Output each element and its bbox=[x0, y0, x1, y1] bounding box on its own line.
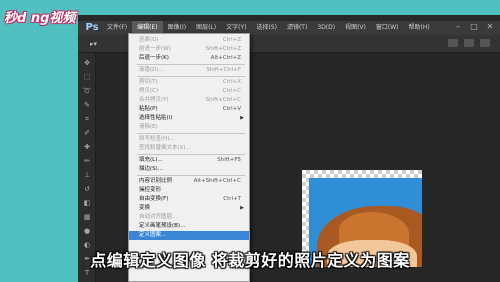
watermark-logo: 秒d ng视频 bbox=[4, 7, 76, 26]
menu-10[interactable]: 帮助(H) bbox=[404, 21, 435, 35]
blur-tool-icon[interactable]: ● bbox=[82, 227, 92, 235]
edit-menu-item-label: 自由变换(F) bbox=[139, 196, 169, 202]
edit-menu-item-label: 选择性粘贴(I) bbox=[139, 115, 173, 121]
photoshop-logo: Ps bbox=[85, 22, 99, 33]
edit-menu-item[interactable]: 自动对齐图层... bbox=[129, 213, 249, 222]
watermark-logo-text: 秒d ng视频 bbox=[4, 10, 76, 26]
edit-menu-item-label: 查找和替换文本(X)... bbox=[139, 145, 191, 151]
edit-menu-item-label: 剪切(T) bbox=[139, 79, 158, 85]
edit-menu-item-label: 后退一步(K) bbox=[139, 55, 169, 61]
edit-menu-item-label: 清除(E) bbox=[139, 124, 158, 130]
edit-menu-item-label: 自动对齐图层... bbox=[139, 214, 178, 220]
edit-menu-item-label: 操控变形 bbox=[139, 187, 162, 193]
edit-menu-item-shortcut: Alt+Shift+Ctrl+C bbox=[193, 178, 241, 184]
video-subtitle: 点编辑定义图像 将裁剪好的照片定义为图案 bbox=[90, 251, 410, 270]
edit-menu-item-shortcut: Shift+Ctrl+Z bbox=[205, 46, 241, 52]
menu-separator bbox=[137, 154, 245, 155]
gradient-tool-icon[interactable]: ▦ bbox=[82, 213, 92, 221]
edit-menu-item-label: 还原(O) bbox=[139, 37, 159, 43]
edit-menu-item[interactable]: 选择性粘贴(I) ▶ bbox=[129, 114, 249, 123]
close-icon[interactable]: ✕ bbox=[486, 23, 494, 31]
quick-select-tool-icon[interactable]: ✎ bbox=[82, 101, 92, 109]
crop-tool-icon[interactable]: ⌗ bbox=[82, 115, 92, 123]
edit-menu-item[interactable]: 拼写检查(H)... bbox=[129, 135, 249, 144]
edit-menu-item[interactable]: 查找和替换文本(X)... bbox=[129, 144, 249, 153]
edit-menu-item[interactable]: 定义图案... bbox=[129, 231, 249, 240]
clone-stamp-tool-icon[interactable]: ⊥ bbox=[82, 171, 92, 179]
menu-9[interactable]: 窗口(W) bbox=[371, 21, 404, 35]
edit-menu-item-label: 定义图案... bbox=[139, 232, 167, 238]
edit-menu-item[interactable]: 定义画笔预设(B)... bbox=[129, 222, 249, 231]
options-right-icons bbox=[448, 39, 490, 47]
edit-menu-item[interactable]: 渐隐(D)... Shift+Ctrl+F bbox=[129, 66, 249, 75]
edit-menu-item-label: 描边(S)... bbox=[139, 166, 164, 172]
minimize-icon[interactable]: – bbox=[454, 23, 462, 31]
edit-menu-item-label: 定义画笔预设(B)... bbox=[139, 223, 186, 229]
eyedropper-tool-icon[interactable]: ✐ bbox=[82, 129, 92, 137]
edit-menu-item-shortcut: Ctrl+V bbox=[222, 106, 241, 112]
edit-menu-item[interactable]: 还原(O) Ctrl+Z bbox=[129, 36, 249, 45]
edit-menu-item-label: 前进一步(W) bbox=[139, 46, 171, 52]
edit-menu-item-label: 拷贝(C) bbox=[139, 88, 159, 94]
edit-menu-item[interactable]: 操控变形 bbox=[129, 186, 249, 195]
menu-6[interactable]: 滤镜(T) bbox=[282, 21, 312, 35]
edit-menu-item-shortcut: Shift+F5 bbox=[217, 157, 241, 163]
menu-7[interactable]: 3D(D) bbox=[312, 21, 340, 35]
edit-menu-item[interactable]: 粘贴(P) Ctrl+V bbox=[129, 105, 249, 114]
edit-menu-item-shortcut: Ctrl+C bbox=[222, 88, 241, 94]
edit-menu-item-shortcut: Ctrl+X bbox=[222, 79, 241, 85]
healing-brush-tool-icon[interactable]: ✚ bbox=[82, 143, 92, 151]
menu-separator bbox=[137, 64, 245, 65]
edit-menu-item-shortcut: Shift+Ctrl+F bbox=[206, 67, 241, 73]
align-icon[interactable] bbox=[464, 39, 474, 47]
submenu-arrow-icon: ▶ bbox=[240, 115, 244, 121]
edit-menu-item-label: 变换 bbox=[139, 205, 151, 211]
edit-menu-item-shortcut: Ctrl+Z bbox=[222, 37, 241, 43]
move-tool-icon[interactable]: ✥ bbox=[82, 59, 92, 67]
menu-5[interactable]: 选择(S) bbox=[251, 21, 282, 35]
menu-separator bbox=[137, 76, 245, 77]
marquee-tool-icon[interactable]: ⬚ bbox=[82, 73, 92, 81]
menu-separator bbox=[137, 175, 245, 176]
edit-menu-item-label: 拼写检查(H)... bbox=[139, 136, 175, 142]
menu-separator bbox=[137, 133, 245, 134]
edit-menu-item[interactable]: 剪切(T) Ctrl+X bbox=[129, 78, 249, 87]
edit-menu-item-shortcut: Alt+Ctrl+Z bbox=[210, 55, 241, 61]
submenu-arrow-icon: ▶ bbox=[240, 205, 244, 211]
edit-menu-item[interactable]: 合并拷贝(Y) Shift+Ctrl+C bbox=[129, 96, 249, 105]
edit-menu-item-label: 内容识别比例 bbox=[139, 178, 173, 184]
move-tool-preset-icon[interactable]: ▸▾ bbox=[90, 40, 100, 48]
edit-menu-item[interactable]: 描边(S)... bbox=[129, 165, 249, 174]
edit-menu-item[interactable]: 后退一步(K) Alt+Ctrl+Z bbox=[129, 54, 249, 63]
window-controls: – □ ✕ bbox=[454, 23, 494, 31]
edit-menu-item[interactable]: 变换 ▶ bbox=[129, 204, 249, 213]
edit-menu-item[interactable]: 拷贝(C) Ctrl+C bbox=[129, 87, 249, 96]
edit-menu-item-label: 填充(L)... bbox=[139, 157, 163, 163]
edit-menu-item-label: 粘贴(P) bbox=[139, 106, 158, 112]
edit-menu-item[interactable]: 自由变换(F) Ctrl+T bbox=[129, 195, 249, 204]
distribute-icon[interactable] bbox=[480, 39, 490, 47]
edit-menu-dropdown: 还原(O) Ctrl+Z 前进一步(W) Shift+Ctrl+Z 后退一步(K) Alt… bbox=[128, 33, 250, 282]
maximize-icon[interactable]: □ bbox=[470, 23, 478, 31]
edit-menu-item[interactable]: 前进一步(W) Shift+Ctrl+Z bbox=[129, 45, 249, 54]
menu-8[interactable]: 视图(V) bbox=[340, 21, 371, 35]
eraser-tool-icon[interactable]: ◧ bbox=[82, 199, 92, 207]
edit-menu-item-shortcut: Ctrl+T bbox=[223, 196, 241, 202]
edit-menu-item-shortcut: Shift+Ctrl+C bbox=[205, 97, 241, 103]
edit-menu-item-label: 合并拷贝(Y) bbox=[139, 97, 169, 103]
lasso-tool-icon[interactable]: ➰ bbox=[82, 87, 92, 95]
brush-tool-icon[interactable]: ✏ bbox=[82, 157, 92, 165]
workspace-icon[interactable] bbox=[448, 39, 458, 47]
edit-menu-item[interactable]: 填充(L)... Shift+F5 bbox=[129, 156, 249, 165]
edit-menu-item[interactable]: 清除(E) bbox=[129, 123, 249, 132]
edit-menu-item-label: 渐隐(D)... bbox=[139, 67, 164, 73]
edit-menu-item[interactable]: 内容识别比例 Alt+Shift+Ctrl+C bbox=[129, 177, 249, 186]
history-brush-tool-icon[interactable]: ↺ bbox=[82, 185, 92, 193]
